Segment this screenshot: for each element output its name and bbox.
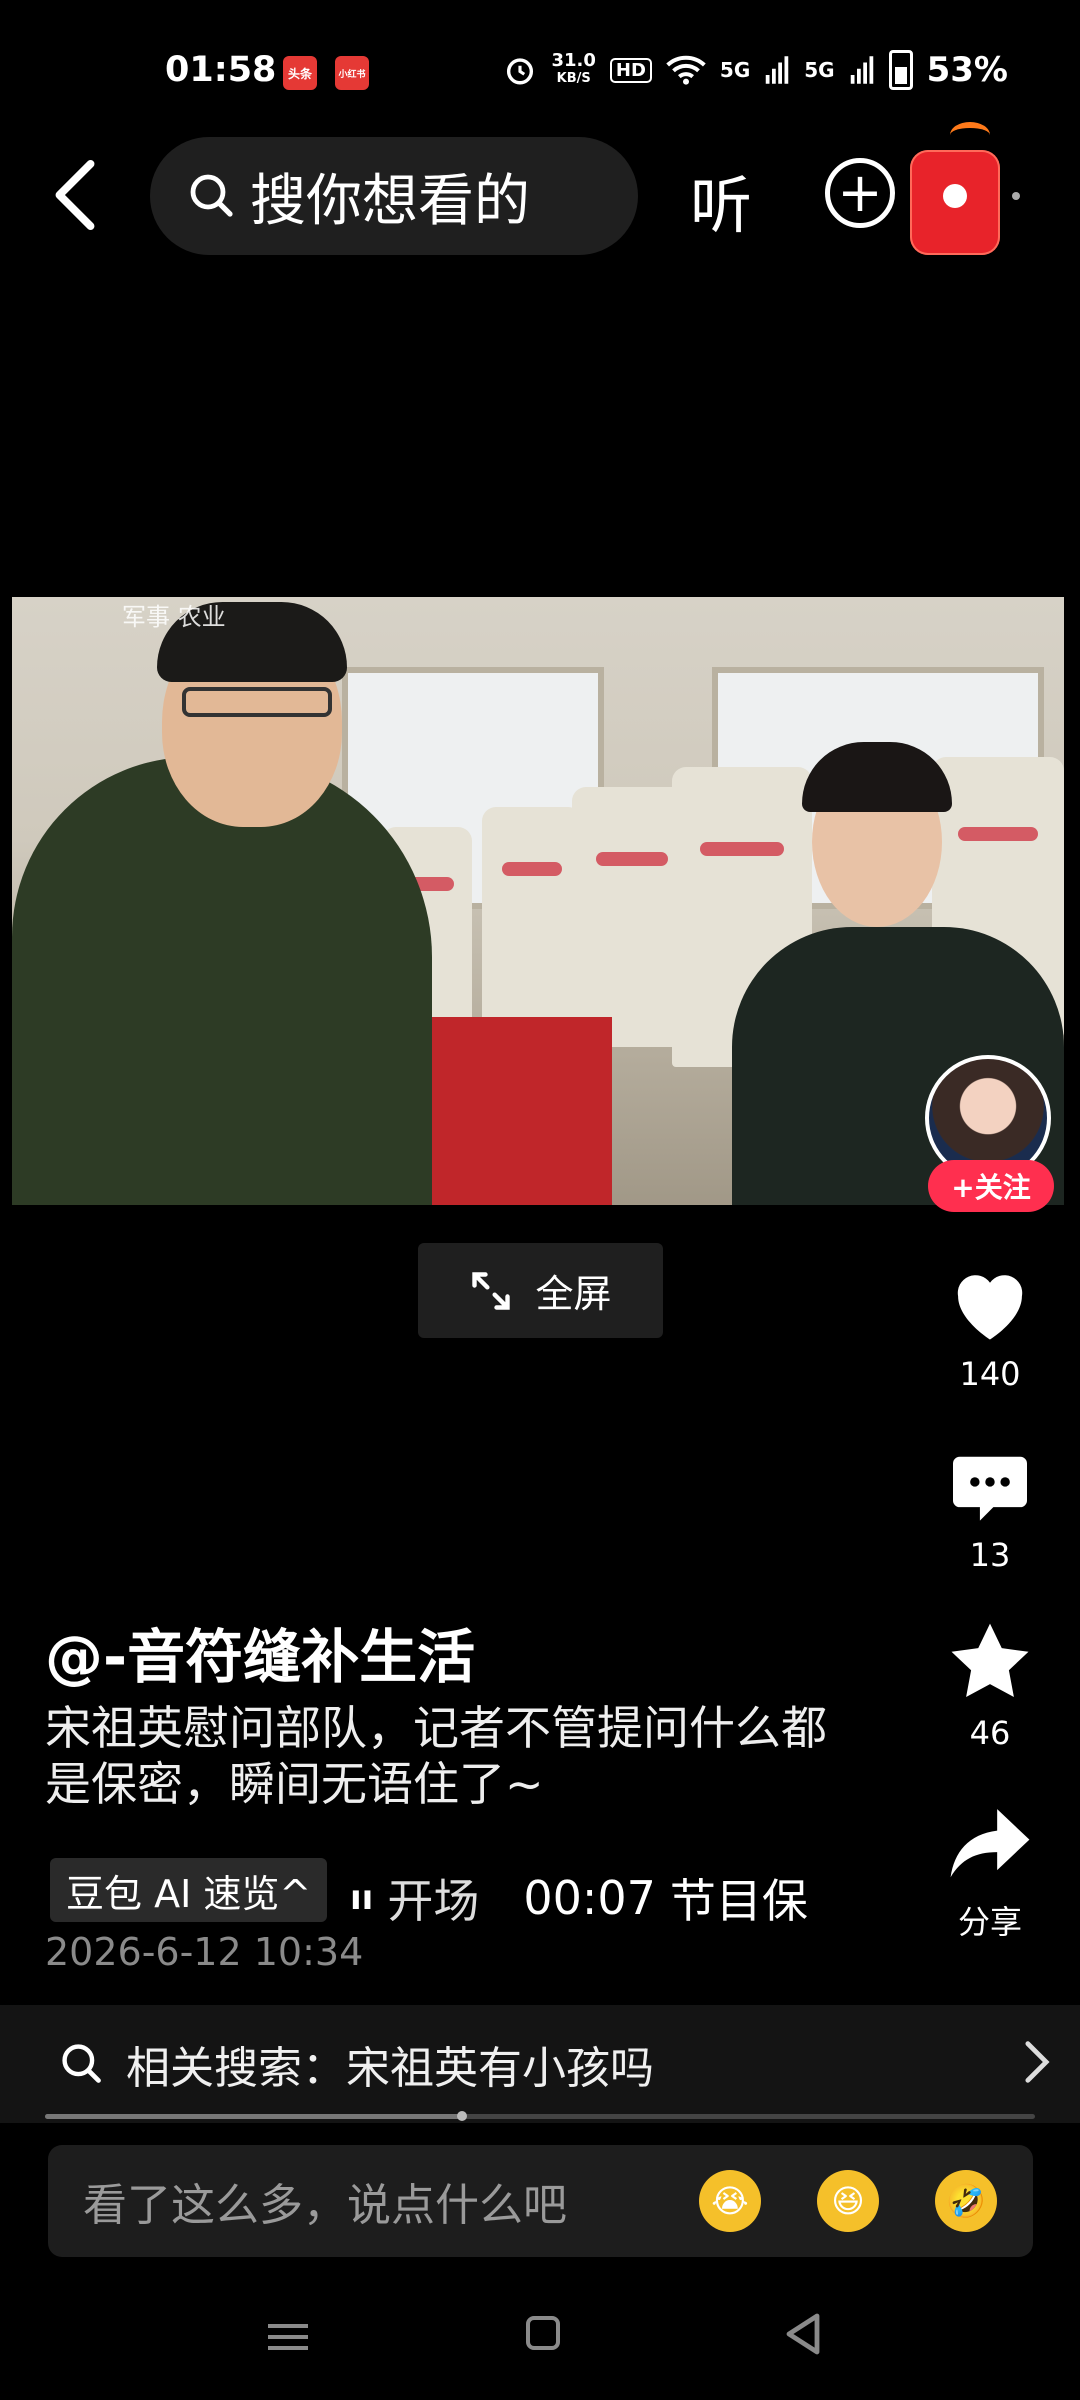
share-icon [950, 1809, 1030, 1878]
share-button[interactable]: 分享 [935, 1805, 1045, 1943]
like-button[interactable]: 140 [935, 1265, 1045, 1393]
signal-5g-2: 5G [804, 58, 835, 82]
status-time: 01:58 [165, 50, 277, 90]
hd-badge: HD [609, 57, 652, 83]
follow-button[interactable]: +关注 [928, 1160, 1054, 1212]
red-envelope-icon[interactable] [910, 122, 1000, 255]
xiaohongshu-app-icon: 小红书 [335, 56, 369, 90]
chevron-right-icon [1025, 2041, 1050, 2083]
share-label: 分享 [957, 1903, 1022, 1941]
notification-dot [1012, 192, 1020, 200]
star-icon [951, 1623, 1029, 1698]
chevron-left-icon [55, 160, 95, 230]
ai-summary-segment: 节目保 [669, 1874, 808, 1928]
comment-placeholder: 看了这么多，说点什么吧 [83, 2180, 567, 2231]
fullscreen-button[interactable]: 全屏 [418, 1243, 663, 1338]
progress-fill [45, 2114, 461, 2119]
video-progress-bar[interactable] [45, 2111, 1035, 2121]
signal-5g-1: 5G [719, 58, 751, 82]
comment-count: 13 [969, 1536, 1011, 1574]
related-search-label: 相关搜索：宋祖英有小孩吗 [126, 2043, 654, 2094]
video-player[interactable]: 军事 农业 [12, 597, 1064, 1205]
plus-icon: + [837, 161, 883, 224]
rofl-emoji-icon[interactable]: 🤣 [935, 2170, 997, 2232]
heart-icon [957, 1275, 1023, 1340]
like-count: 140 [959, 1355, 1021, 1393]
status-icons: 31.0 KB/S HD 5G 5G 53% [503, 50, 1008, 90]
ai-summary-toggle[interactable]: 豆包 AI 速览^ [50, 1858, 328, 1922]
add-button[interactable]: + [825, 158, 895, 228]
signal-bars-icon [766, 56, 789, 84]
toutiao-app-icon: 头条 [283, 56, 317, 90]
search-input[interactable]: 搜你想看的 [150, 137, 638, 255]
laughing-emoji-icon[interactable]: 😆 [817, 2170, 879, 2232]
nav-back-button[interactable] [783, 2312, 823, 2360]
comment-icon [953, 1456, 1027, 1521]
nav-recents-button[interactable] [268, 2317, 308, 2357]
wifi-icon [666, 55, 706, 85]
audio-wave-icon: ıı [350, 1878, 374, 1918]
signal-bars-icon [850, 56, 873, 84]
fullscreen-label: 全屏 [535, 1272, 612, 1316]
post-date: 2026-6-12 10:34 [45, 1930, 364, 1974]
glasses [182, 687, 332, 717]
bus-seat [482, 807, 582, 1027]
listen-button[interactable]: 听 [690, 155, 752, 245]
alarm-icon [507, 58, 534, 85]
progress-knob[interactable] [456, 2111, 467, 2121]
video-caption: 军事 农业 [122, 603, 226, 631]
related-search-bar[interactable]: 相关搜索：宋祖英有小孩吗 [0, 2005, 1080, 2123]
officer-figure [12, 757, 432, 1205]
favorite-count: 46 [969, 1714, 1011, 1752]
author-name[interactable]: @-音符缝补生活 [45, 1610, 475, 1694]
net-speed: 31.0 KB/S [551, 50, 596, 87]
ai-summary-time: 00:07 [523, 1871, 656, 1925]
ai-summary-segment: 开场 [387, 1874, 480, 1928]
battery-icon [888, 50, 913, 90]
comment-button[interactable]: 13 [935, 1450, 1045, 1574]
favorite-button[interactable]: 46 [935, 1620, 1045, 1752]
back-button[interactable] [40, 155, 110, 235]
battery-percent: 53% [926, 50, 1008, 90]
expand-icon [472, 1271, 511, 1310]
search-icon [190, 174, 233, 217]
ai-summary-ticker[interactable]: ıı 开场 00:07 节目保 [350, 1868, 840, 1928]
post-description: 宋祖英慰问部队，记者不管提问什么都是保密，瞬间无语住了~ [45, 1701, 827, 1811]
search-icon [62, 2044, 101, 2083]
search-placeholder: 搜你想看的 [250, 168, 530, 234]
crying-emoji-icon[interactable]: 😭 [699, 2170, 761, 2232]
comment-input[interactable]: 看了这么多，说点什么吧 😭 😆 🤣 [48, 2145, 1033, 2257]
triangle-back-icon [786, 2313, 820, 2355]
nav-home-button[interactable] [526, 2316, 560, 2350]
